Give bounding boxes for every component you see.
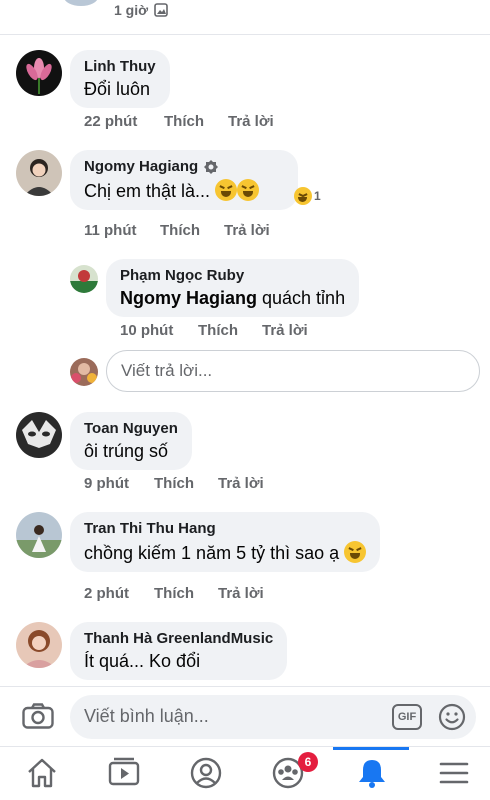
smile-icon[interactable]	[438, 703, 466, 731]
previous-comment-meta: 1 giờ	[0, 0, 490, 24]
person-avatar-icon	[71, 363, 97, 383]
reply-text: quách tỉnh	[257, 288, 346, 308]
comment-actions: 11 phút Thích Trả lời	[84, 222, 270, 239]
haha-reaction-icon	[294, 187, 312, 205]
reply-input-placeholder: Viết trả lời...	[121, 361, 213, 380]
reply-actions: 10 phút Thích Trả lời	[120, 322, 308, 339]
flower-avatar-icon	[26, 58, 52, 94]
avatar[interactable]	[16, 622, 62, 668]
comment-author[interactable]: Toan Nguyen	[84, 420, 178, 437]
avatar[interactable]	[16, 50, 62, 96]
comment-text: ôi trúng số	[84, 441, 169, 461]
profile-icon[interactable]	[188, 755, 224, 791]
avatar[interactable]	[16, 512, 62, 558]
bottom-navigation: 6	[0, 746, 490, 800]
like-button[interactable]: Thích	[160, 222, 224, 239]
comment-author[interactable]: Linh Thuy	[84, 58, 156, 75]
sweat-smile-emoji-icon	[344, 541, 367, 563]
divider	[0, 34, 490, 35]
comment-time: 1 giờ	[114, 2, 149, 18]
reply-button[interactable]: Trả lời	[228, 113, 274, 130]
comment-bubble[interactable]: Linh Thuy Đổi luôn	[70, 50, 170, 108]
verified-icon	[204, 159, 219, 174]
person-avatar-icon	[70, 270, 98, 293]
menu-icon[interactable]	[436, 755, 472, 791]
comment-text: chồng kiếm 1 năm 5 tỷ thì sao ạ	[84, 543, 340, 563]
reaction-summary[interactable]: 1	[294, 187, 321, 205]
comment-bubble[interactable]: Tran Thi Thu Hang chồng kiếm 1 năm 5 tỷ …	[70, 512, 381, 572]
comment-time: 22 phút	[84, 113, 138, 130]
comment-actions: 2 phút Thích Trả lời	[84, 585, 264, 602]
comment-text: Ít quá... Ko đổi	[84, 651, 201, 671]
comment-author[interactable]: Tran Thi Thu Hang	[84, 520, 366, 537]
comment-bubble[interactable]: Toan Nguyen ôi trúng số	[70, 412, 192, 470]
avatar	[64, 0, 98, 6]
bell-icon[interactable]	[354, 755, 390, 791]
groups-notification-badge: 6	[298, 752, 318, 772]
watch-icon[interactable]	[106, 755, 142, 791]
avatar	[70, 358, 98, 386]
reply-author[interactable]: Phạm Ngọc Ruby	[120, 267, 345, 284]
comment-time: 2 phút	[84, 585, 129, 602]
comment-text: Chị em thật là...	[84, 181, 211, 201]
comment-input-placeholder: Viết bình luận...	[84, 706, 209, 726]
person-avatar-icon	[16, 525, 62, 558]
mask-avatar-icon	[22, 420, 56, 448]
like-button[interactable]: Thích	[154, 585, 218, 602]
comment-actions: 22 phút Thích Trả lời	[84, 113, 274, 130]
comment-bubble[interactable]: Ngomy Hagiang Chị em thật là...	[70, 150, 298, 210]
avatar[interactable]	[16, 412, 62, 458]
laughing-emoji-icon	[237, 179, 260, 201]
gif-icon[interactable]: GIF	[392, 704, 422, 730]
camera-icon[interactable]	[22, 703, 54, 729]
comment-author[interactable]: Thanh Hà GreenlandMusic	[84, 630, 273, 647]
reply-button[interactable]: Trả lời	[218, 475, 264, 492]
laughing-emoji-icon	[215, 179, 238, 201]
like-button[interactable]: Thích	[154, 475, 218, 492]
comment-time: 10 phút	[120, 322, 174, 339]
reply-input[interactable]: Viết trả lời...	[106, 350, 480, 392]
person-avatar-icon	[24, 159, 54, 196]
avatar[interactable]	[16, 150, 62, 196]
comment-time: 9 phút	[84, 475, 129, 492]
reply-button[interactable]: Trả lời	[224, 222, 270, 239]
home-icon[interactable]	[24, 755, 60, 791]
person-avatar-icon	[22, 630, 56, 668]
like-button[interactable]: Thích	[198, 322, 262, 339]
reply-bubble[interactable]: Phạm Ngọc Ruby Ngomy Hagiang quách tỉnh	[106, 259, 360, 317]
reply-button[interactable]: Trả lời	[262, 322, 308, 339]
avatar[interactable]	[70, 265, 98, 293]
comment-actions: 9 phút Thích Trả lời	[84, 475, 264, 492]
comment-time: 11 phút	[84, 222, 137, 239]
gallery-icon	[154, 3, 168, 17]
reply-button[interactable]: Trả lời	[218, 585, 264, 602]
reaction-count: 1	[314, 189, 321, 203]
comment-text: Đổi luôn	[84, 79, 151, 99]
comment-author[interactable]: Ngomy Hagiang	[84, 158, 198, 175]
mention-link[interactable]: Ngomy Hagiang	[120, 288, 257, 308]
like-button[interactable]: Thích	[164, 113, 228, 130]
comment-bubble[interactable]: Thanh Hà GreenlandMusic Ít quá... Ko đổi	[70, 622, 288, 680]
active-tab-indicator	[333, 747, 409, 750]
